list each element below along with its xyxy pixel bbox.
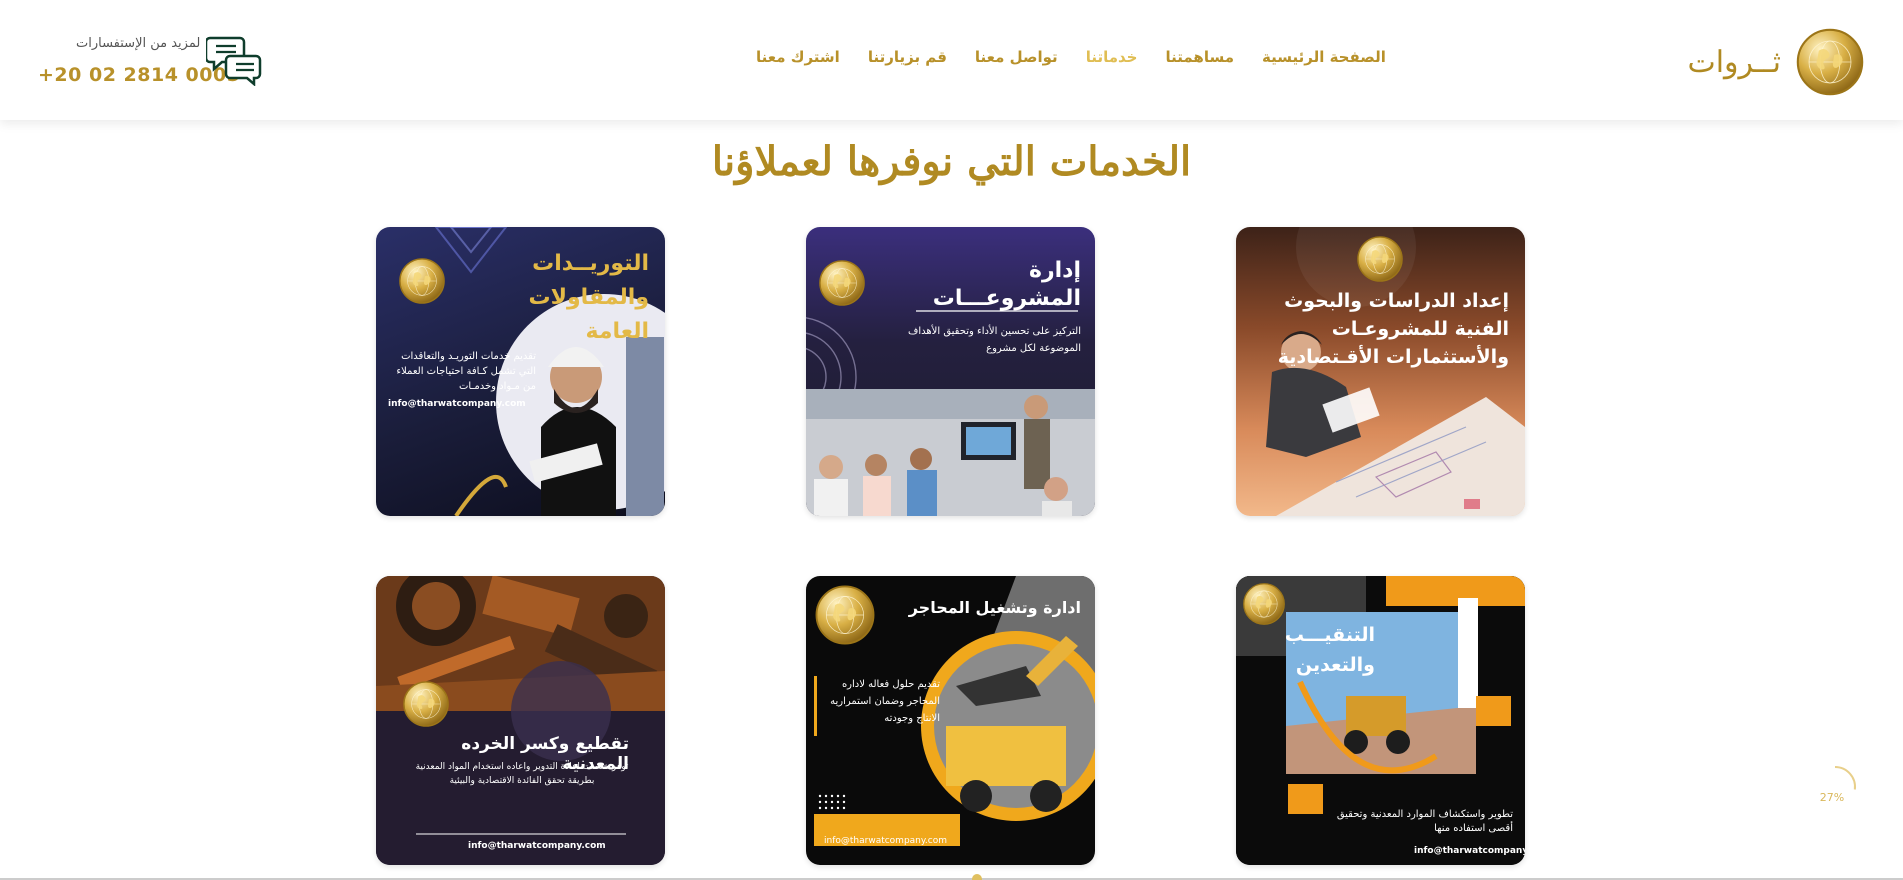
brand-name: ثــروات (1687, 44, 1781, 80)
service-card-supplies[interactable]: التوريــدات والمقاولات العامة تقديم خدما… (376, 227, 665, 516)
carousel-dot[interactable] (972, 874, 982, 880)
main-nav: الصفحة الرئيسية مساهمتنا خدماتنا تواصل م… (756, 48, 1386, 66)
card-title: التوريــدات والمقاولات العامة (528, 251, 649, 344)
globe-logo-icon (818, 259, 866, 307)
chat-bubbles-icon (206, 36, 262, 86)
card-description: تقديم حلول فعاله لاداره المحاجر وضمان اس… (830, 679, 940, 724)
scroll-progress-indicator[interactable]: 27% (1812, 764, 1858, 810)
card-description: تقديم خدمات التوريـد والتعاقدات التي تشم… (396, 351, 536, 392)
nav-contact[interactable]: تواصل معنا (975, 48, 1058, 66)
nav-contributions[interactable]: مساهمتنا (1165, 48, 1234, 66)
globe-logo-icon (814, 584, 876, 646)
contact-label: لمزيد من الإستفسارات (76, 36, 201, 51)
nav-visit[interactable]: قم بزيارتنا (868, 48, 947, 66)
contact-block[interactable]: لمزيد من الإستفسارات +20 02 2814 0005 (38, 30, 268, 90)
card-title: ادارة وتشغيل المحاجر (908, 598, 1081, 617)
globe-logo-icon (1795, 27, 1865, 97)
card-title: إدارة المشروعـــات (932, 258, 1081, 311)
site-header: ثــروات الصفحة الرئيسية مساهمتنا خدماتنا… (0, 0, 1903, 120)
service-card-studies[interactable]: إعداد الدراسات والبحوث الفنية للمشروعـات… (1236, 227, 1525, 516)
card-title: إعداد الدراسات والبحوث الفنية للمشروعـات… (1277, 290, 1509, 368)
nav-home[interactable]: الصفحة الرئيسية (1262, 48, 1386, 66)
service-card-scrap-metal[interactable]: تقطيع وكسر الخرده المعدنية توفر خدمات اع… (376, 576, 665, 865)
globe-logo-icon (402, 680, 450, 728)
globe-logo-icon (398, 257, 446, 305)
section-title: الخدمات التي نوفرها لعملاؤنا (711, 138, 1192, 185)
brand[interactable]: ثــروات (1687, 26, 1865, 98)
card-email: info@tharwatcompany.com (1414, 846, 1525, 856)
nav-subscribe[interactable]: اشترك معنا (756, 48, 840, 66)
scroll-progress-label: 27% (1819, 791, 1845, 804)
card-description: تطوير واستكشاف الموارد المعدنية وتحقيق أ… (1336, 809, 1513, 834)
globe-logo-icon (1356, 235, 1404, 283)
service-card-quarries[interactable]: ادارة وتشغيل المحاجر تقديم حلول فعاله لا… (806, 576, 1095, 865)
nav-services[interactable]: خدماتنا (1086, 48, 1138, 66)
service-card-project-management[interactable]: إدارة المشروعـــات التركيز على تحسين الأ… (806, 227, 1095, 516)
service-card-mining[interactable]: التنقيـــب والتعدين تطوير واستكشاف الموا… (1236, 576, 1525, 865)
card-description: التركيز على تحسين الأداء وتحقيق الأهداف … (908, 326, 1081, 354)
card-description: توفر خدمات اعادة التدوير واعاده استخدام … (415, 762, 629, 786)
card-email: info@tharwatcompany.com (388, 399, 526, 409)
card-email: info@tharwatcompany.com (468, 841, 606, 851)
card-title: التنقيـــب والتعدين (1284, 624, 1375, 676)
card-email: info@tharwatcompany.com (824, 836, 948, 846)
